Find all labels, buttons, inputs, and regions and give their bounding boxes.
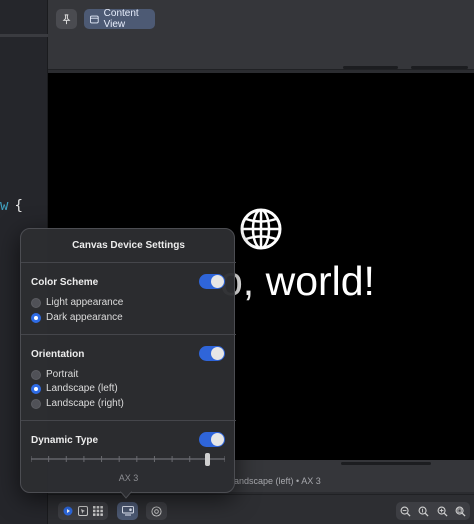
preview-caption: landscape (left) • AX 3 bbox=[232, 476, 321, 486]
select-icon[interactable] bbox=[77, 506, 88, 516]
pin-button[interactable] bbox=[56, 9, 77, 29]
toggle-knob bbox=[211, 433, 224, 446]
dynamic-type-slider-ticks bbox=[31, 456, 225, 462]
radio-light-appearance[interactable]: Light appearance bbox=[31, 296, 123, 309]
popover-title: Canvas Device Settings bbox=[72, 240, 185, 251]
divider bbox=[21, 334, 236, 335]
dynamic-type-value: AX 3 bbox=[118, 473, 139, 483]
zoom-100-icon[interactable] bbox=[418, 506, 429, 517]
radio-label: Landscape (left) bbox=[46, 383, 118, 394]
radio-portrait[interactable]: Portrait bbox=[31, 368, 78, 381]
grid-icon[interactable] bbox=[92, 506, 103, 516]
orientation-label: Orientation bbox=[31, 349, 85, 360]
scroll-indicator bbox=[343, 66, 398, 69]
globe-icon bbox=[240, 208, 282, 250]
radio-button-selected[interactable] bbox=[31, 383, 41, 394]
content-view-label: Content View bbox=[103, 8, 139, 30]
radio-button[interactable] bbox=[31, 297, 41, 308]
toggle-knob bbox=[211, 275, 224, 288]
greeting-label: o, world! bbox=[220, 258, 375, 304]
content-view-button[interactable]: Content View bbox=[84, 8, 155, 30]
color-scheme-label: Color Scheme bbox=[31, 277, 99, 288]
device-settings-popover: Canvas Device Settings Color Scheme Ligh… bbox=[20, 228, 236, 493]
scroll-indicator bbox=[341, 462, 431, 465]
zoom-controls bbox=[396, 502, 470, 520]
zoom-fit-icon[interactable] bbox=[455, 506, 466, 517]
radio-button-selected[interactable] bbox=[31, 312, 41, 323]
device-settings-icon bbox=[121, 506, 134, 516]
device-settings-button[interactable] bbox=[117, 502, 138, 520]
preview-mode-group bbox=[58, 502, 108, 520]
popover-arrow bbox=[120, 491, 132, 499]
code-line[interactable]: w{ bbox=[0, 198, 23, 214]
radio-label: Landscape (right) bbox=[46, 398, 124, 409]
dynamic-type-slider-thumb[interactable] bbox=[204, 453, 210, 466]
radio-label: Portrait bbox=[46, 369, 79, 380]
variants-icon bbox=[151, 505, 162, 517]
radio-label: Dark appearance bbox=[46, 312, 123, 323]
radio-button[interactable] bbox=[31, 369, 41, 380]
preview-toolbar: Content View bbox=[48, 0, 474, 70]
scroll-indicator bbox=[411, 66, 468, 69]
zoom-out-icon[interactable] bbox=[400, 506, 411, 517]
content-view-icon bbox=[90, 15, 99, 23]
divider bbox=[21, 262, 236, 263]
editor-tab-bar bbox=[0, 34, 48, 37]
radio-dark-appearance[interactable]: Dark appearance bbox=[31, 311, 123, 324]
orientation-toggle[interactable] bbox=[199, 346, 225, 361]
dynamic-type-label: Dynamic Type bbox=[31, 435, 99, 446]
code-brace: { bbox=[14, 198, 23, 214]
toggle-knob bbox=[211, 347, 224, 360]
radio-button[interactable] bbox=[31, 398, 41, 409]
zoom-in-icon[interactable] bbox=[437, 506, 448, 517]
variants-button[interactable] bbox=[146, 502, 167, 520]
radio-landscape-right[interactable]: Landscape (right) bbox=[31, 397, 124, 410]
color-scheme-toggle[interactable] bbox=[199, 274, 225, 289]
live-icon[interactable] bbox=[63, 506, 73, 516]
pin-icon bbox=[62, 13, 71, 24]
radio-label: Light appearance bbox=[46, 297, 124, 308]
greeting-text: o, world! bbox=[220, 258, 474, 305]
divider bbox=[21, 420, 236, 421]
dynamic-type-toggle[interactable] bbox=[199, 432, 225, 447]
radio-landscape-left[interactable]: Landscape (left) bbox=[31, 382, 118, 395]
code-keyword: w bbox=[0, 198, 9, 214]
